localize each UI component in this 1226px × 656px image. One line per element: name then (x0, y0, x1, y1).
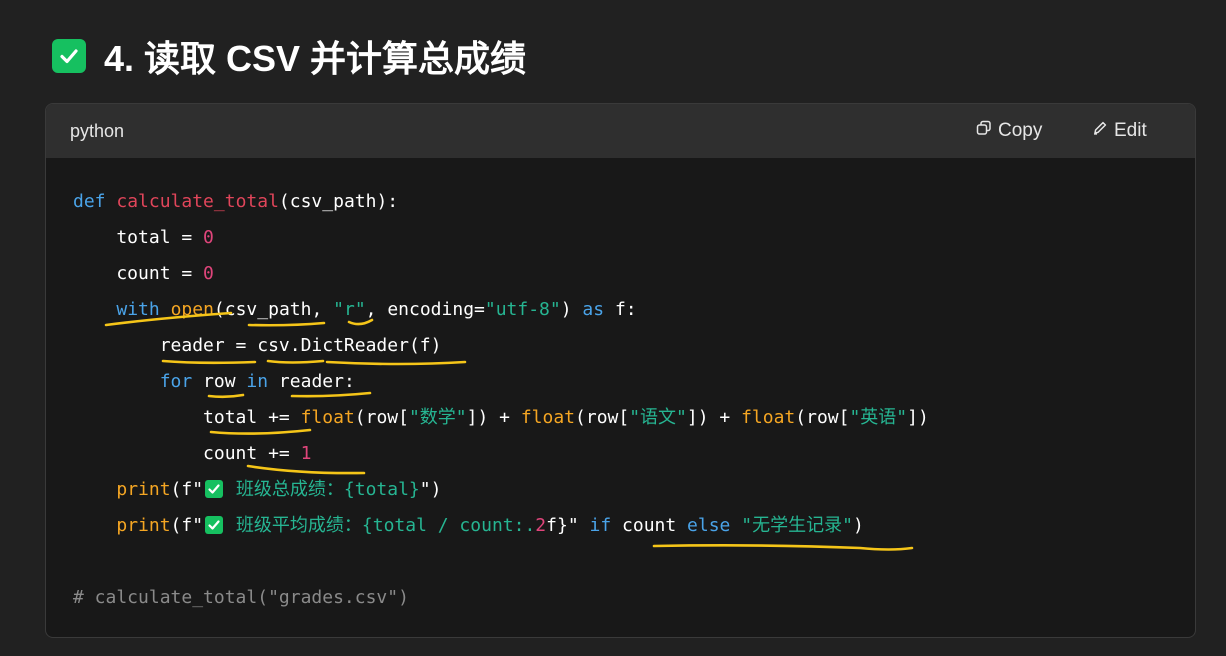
code-token: (row[ (795, 407, 850, 428)
code-token: print (116, 479, 171, 500)
code-token: (row[ (354, 407, 409, 428)
code-token: as (582, 299, 605, 320)
code-token: in (246, 371, 269, 392)
code-token: if (589, 515, 612, 536)
copy-button-label: Copy (998, 120, 1043, 141)
code-token: ]) (907, 407, 929, 428)
code-token: total = (73, 227, 204, 248)
code-language-label: python (70, 120, 125, 141)
code-token: f}" (546, 515, 590, 536)
code-token: ]) + (686, 407, 742, 428)
code-token: 2 (535, 515, 547, 536)
code-content: def calculate_total(csv_path): total = 0… (73, 184, 929, 616)
edit-button-label: Edit (1114, 120, 1147, 141)
copy-icon (976, 120, 998, 142)
code-token: (csv_path): (278, 191, 399, 212)
code-token: open (170, 299, 214, 320)
code-token: (f" (170, 515, 204, 536)
code-token: ") (419, 479, 442, 500)
code-token: float (300, 407, 355, 428)
code-token: 班级平均成绩：{total / count:. (225, 515, 536, 536)
code-token: (f" (170, 479, 204, 500)
code-token: 0 (203, 263, 214, 284)
edit-icon (1092, 120, 1114, 142)
code-token: "语文" (629, 407, 687, 428)
code-token: total += (73, 407, 301, 428)
code-token: "r" (333, 299, 366, 320)
code-token: f: (604, 299, 637, 320)
code-token: ) (560, 299, 583, 320)
section-title: 4. 读取 CSV 并计算总成绩 (104, 38, 527, 79)
code-token: 0 (203, 227, 214, 248)
code-token: float (520, 407, 576, 428)
code-token: print (116, 515, 171, 536)
check-emoji-icon (205, 480, 224, 498)
copy-button[interactable]: Copy (976, 104, 1042, 158)
code-token: "数学" (408, 407, 467, 428)
code-token: count += (73, 443, 301, 464)
code-block: python Copy Edit def calculate_total(csv… (45, 103, 1196, 638)
check-box-icon (52, 39, 86, 73)
code-token: def (73, 191, 106, 212)
code-token: row (192, 371, 247, 392)
code-token: calculate_total (116, 191, 279, 212)
code-token: reader = csv.DictReader(f) (73, 335, 442, 356)
code-token: with (116, 299, 160, 320)
code-token: else (687, 515, 731, 536)
edit-button[interactable]: Edit (1092, 104, 1147, 158)
code-token: float (741, 407, 796, 428)
code-token: (csv_path, (213, 299, 334, 320)
code-token: count (611, 515, 688, 536)
code-token: for (159, 371, 193, 392)
code-token: reader: (268, 371, 355, 392)
code-block-header: python Copy Edit (46, 104, 1195, 158)
code-token: 1 (300, 443, 312, 464)
code-token: , encoding= (365, 299, 485, 320)
code-token: "无学生记录" (741, 515, 853, 536)
code-comment: # calculate_total("grades.csv") (73, 587, 409, 608)
code-token: ) (852, 515, 864, 536)
code-token: ]) + (466, 407, 521, 428)
code-token: count = (73, 263, 204, 284)
code-token: (row[ (575, 407, 630, 428)
section-heading: 4. 读取 CSV 并计算总成绩 (52, 30, 526, 82)
check-emoji-icon (205, 516, 224, 534)
code-token: 班级总成绩：{total} (225, 479, 420, 500)
code-token: "英语" (849, 407, 908, 428)
code-token: "utf-8" (484, 299, 561, 320)
